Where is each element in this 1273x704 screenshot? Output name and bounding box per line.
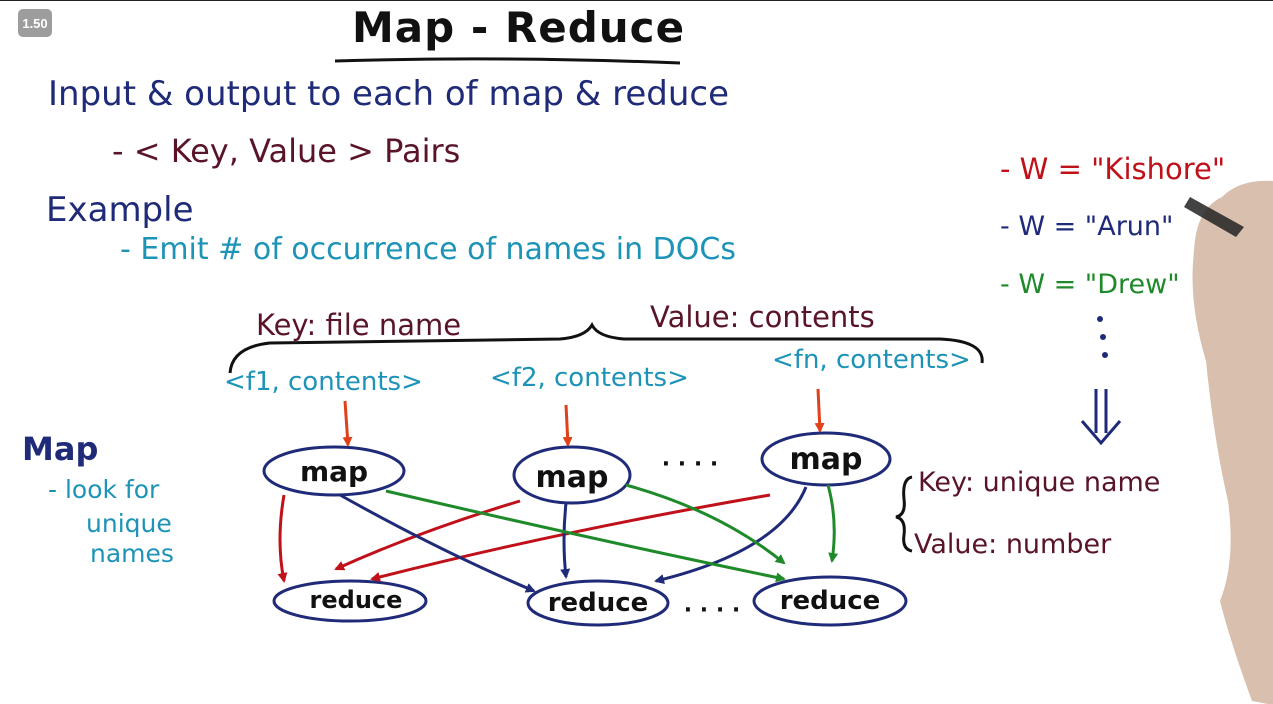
presenter-hand	[1192, 180, 1273, 704]
navy-arrow-1	[339, 493, 536, 593]
continuation-dot	[1100, 334, 1106, 340]
navy-arrow-2	[560, 502, 571, 579]
double-down-arrow	[1080, 389, 1122, 446]
map-label-2: map	[536, 460, 609, 495]
title-underline	[334, 57, 681, 65]
map-label-3: map	[790, 442, 863, 477]
red-arrow-1	[277, 494, 288, 583]
whiteboard-canvas: 1.50 Map - Reduce Input & output to each…	[0, 0, 1273, 704]
input-arrow-2	[562, 404, 573, 447]
reduce-ellipsis: · · · ·	[684, 598, 740, 623]
reduce-label-3: reduce	[780, 586, 881, 616]
input-curly-brace	[228, 321, 984, 374]
reduce-label-1: reduce	[310, 586, 403, 614]
reduce-label-2: reduce	[548, 588, 649, 618]
output-curly-brace	[895, 475, 913, 553]
input-arrow-1	[342, 400, 353, 447]
map-reduce-diagram: map map map · · · · reduce reduce reduce…	[228, 57, 1273, 704]
red-arrow-2	[334, 499, 521, 571]
input-arrow-3	[814, 388, 825, 433]
continuation-dot	[1102, 352, 1108, 358]
green-arrow-3	[826, 484, 839, 563]
red-arrow-3	[370, 493, 771, 582]
continuation-dot	[1097, 316, 1103, 322]
map-label-1: map	[300, 455, 368, 488]
map-ellipsis: · · · ·	[662, 452, 718, 477]
